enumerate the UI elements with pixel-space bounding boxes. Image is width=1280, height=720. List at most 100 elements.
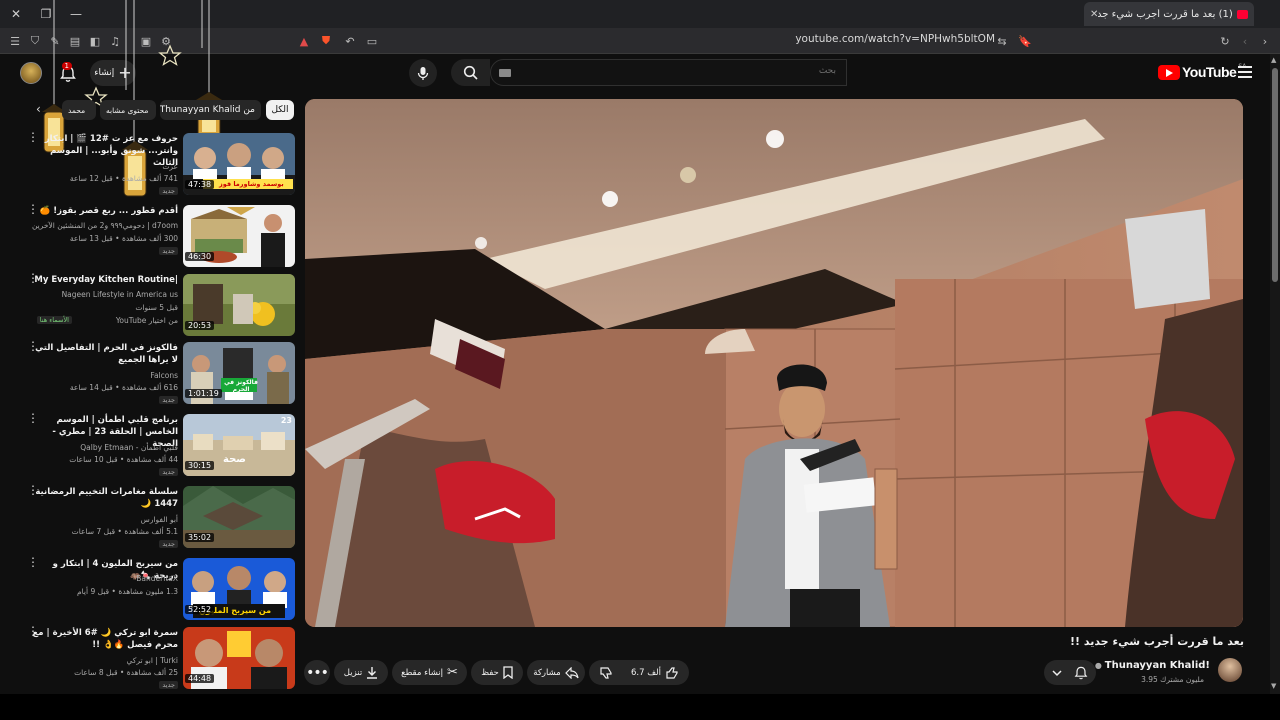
address-bar[interactable]: youtube.com/watch?v=NPHwh5bltOM: [790, 33, 995, 49]
close-window-icon[interactable]: ✕: [6, 4, 26, 24]
more-icon[interactable]: ⋮: [27, 203, 39, 215]
video-meta: 44 ألف مشاهدة • قبل 10 ساعات: [69, 455, 178, 464]
clip-button[interactable]: إنشاء مقطع ✂: [392, 660, 467, 685]
search-button[interactable]: [451, 59, 490, 86]
channel-avatar[interactable]: [1218, 658, 1242, 682]
thumbnail-overlay-number: 23: [280, 416, 292, 425]
more-icon[interactable]: ⋮: [27, 340, 39, 352]
channel-name: Nageen Lifestyle in America us: [61, 290, 178, 299]
duration-badge: 44:48: [185, 674, 215, 683]
list-item[interactable]: 44:48 سمرة ابو تركي 🌙 #6 الأخيرة | مع مح…: [0, 625, 300, 697]
chevron-down-icon: [1052, 669, 1062, 676]
keyboard-icon[interactable]: [499, 69, 511, 77]
microphone-icon: [417, 66, 429, 80]
search-icon: [463, 65, 478, 80]
page-scrollbar[interactable]: ▲ ▼: [1270, 54, 1280, 694]
tab-youtube[interactable]: ✕ (1) بعد ما قررت أجرب شيء جديد: [1084, 2, 1254, 26]
channel-name: أبو الفوارس: [140, 515, 178, 524]
like-count: 6.7 ألف: [631, 667, 661, 678]
new-badge: جديد: [159, 468, 178, 476]
undo-icon[interactable]: ↶: [342, 32, 358, 50]
menu-icon[interactable]: ☰: [7, 32, 23, 50]
bottom-bar: [0, 694, 1280, 720]
list-item[interactable]: 35:02 سلسلة مغامرات التخييم الرمضانية 14…: [0, 484, 300, 556]
video-title: My Everyday Kitchen Routine|: [34, 275, 178, 285]
forward-icon[interactable]: ‹: [1237, 32, 1253, 50]
new-badge: جديد: [159, 247, 178, 255]
more-actions-button[interactable]: •••: [304, 660, 330, 685]
new-badge: جديد: [159, 396, 178, 404]
cast-icon[interactable]: ▭: [364, 32, 380, 50]
share-button[interactable]: مشاركة: [527, 660, 585, 685]
search-placeholder: بحث: [818, 66, 836, 76]
more-icon[interactable]: ⋮: [27, 272, 39, 284]
more-icon[interactable]: ⋮: [27, 131, 39, 143]
download-icon: [367, 667, 378, 679]
video-meta: 1.3 مليون مشاهدة • قبل 9 أيام: [76, 587, 178, 596]
video-title: أقدم قطور ... ربع قصر بقوز! 🍊: [39, 206, 178, 216]
back-icon[interactable]: ›: [1257, 32, 1273, 50]
video-meta: 25 ألف مشاهدة • قبل 8 ساعات: [74, 668, 178, 677]
logo-text: YouTube: [1182, 64, 1237, 80]
channel-name: عزت: [162, 162, 178, 171]
thumbnail-overlay-text: صحة: [223, 454, 246, 465]
save-label: حفظ: [481, 667, 499, 678]
dislike-icon[interactable]: [599, 666, 613, 680]
channel-name[interactable]: ● Thunayyan Khalid!: [1095, 660, 1210, 671]
video-meta: 741 ألف مشاهدة • قبل 12 ساعة: [69, 174, 178, 183]
channel-name: قلبي اطمأن - Qalby Etmaan: [80, 443, 178, 452]
more-icon[interactable]: ⋮: [27, 625, 39, 637]
video-title: فالكونز في الحرم | التفاصيل التي لا يراه…: [35, 343, 178, 365]
scissors-icon: ✂: [447, 665, 458, 680]
like-icon[interactable]: [665, 666, 679, 680]
chip-related[interactable]: محتوى مشابه: [100, 100, 156, 120]
scroll-up-icon[interactable]: ▲: [1271, 56, 1276, 64]
thumbnail-overlay-text: بوسمد وشاورما قوز: [219, 180, 284, 188]
bookmark-icon[interactable]: 🔖: [1017, 32, 1033, 50]
video-meta: 5.1 ألف مشاهدة • قبل 7 ساعات: [71, 527, 178, 536]
reload-icon[interactable]: ↻: [1217, 32, 1233, 50]
channel-name: Falcons: [150, 371, 178, 380]
guide-menu-icon[interactable]: [1238, 66, 1252, 78]
subscriber-count: 3.95 مليون مشترك: [1141, 675, 1204, 684]
more-icon[interactable]: ⋮: [27, 484, 39, 496]
chevron-left-icon[interactable]: ‹: [36, 102, 41, 116]
scroll-down-icon[interactable]: ▼: [1271, 682, 1276, 690]
video-meta: قبل 5 سنوات: [135, 303, 178, 312]
download-label: تنزيل: [343, 667, 363, 678]
video-frame: [305, 99, 1243, 627]
list-item[interactable]: 23 صحة 30:15 برنامج قلبي اطمأن | الموسم …: [0, 412, 300, 484]
list-item[interactable]: 20:53 My Everyday Kitchen Routine| Nagee…: [0, 272, 300, 344]
bell-icon: [1074, 666, 1088, 679]
list-item[interactable]: 46:30 أقدم قطور ... ربع قصر بقوز! 🍊 d7oo…: [0, 203, 300, 275]
voice-search-button[interactable]: [409, 59, 437, 87]
youtube-play-icon: [1158, 64, 1180, 80]
youtube-favicon-icon: [1236, 9, 1248, 19]
subscribe-button[interactable]: [1044, 660, 1096, 685]
video-meta: 300 ألف مشاهدة • قبل 13 ساعة: [69, 234, 178, 243]
site-settings-icon[interactable]: ⇆: [994, 32, 1010, 50]
brave-rewards-icon[interactable]: ▲: [296, 32, 312, 50]
close-tab-icon[interactable]: ✕: [1090, 9, 1098, 20]
list-item[interactable]: من سيربح المليون 52:52 من سيربح المليون …: [0, 556, 300, 628]
more-icon[interactable]: ⋮: [27, 556, 39, 568]
brave-shields-icon[interactable]: ⛊: [318, 32, 334, 50]
like-dislike-group: 6.7 ألف: [589, 660, 689, 685]
list-item[interactable]: فالكونز في الحرم 1:01:19 فالكونز في الحر…: [0, 340, 300, 412]
save-button[interactable]: حفظ: [471, 660, 523, 685]
scrollbar-thumb[interactable]: [1272, 68, 1278, 282]
list-item[interactable]: بوسمد وشاورما قوز 47:38 حروف مع عز ت #12…: [0, 131, 300, 203]
download-button[interactable]: تنزيل: [334, 660, 388, 685]
thumbnail-overlay-text: فالكونز في الحرم: [224, 379, 258, 393]
tab-title: (1) بعد ما قررت أجرب شيء جديد: [1098, 8, 1233, 20]
chip-all[interactable]: الكل: [266, 100, 294, 120]
video-title: سلسلة مغامرات التخييم الرمضانية 1447 🌙: [35, 487, 178, 509]
video-player[interactable]: [305, 99, 1243, 627]
search-input[interactable]: بحث: [490, 59, 847, 86]
new-badge: جديد: [159, 187, 178, 195]
chip-recent[interactable]: محمد: [62, 100, 96, 120]
clip-label: إنشاء مقطع: [401, 667, 444, 678]
chip-from-channel[interactable]: من Thunayyan Khalid!: [160, 100, 261, 120]
youtube-logo[interactable]: YouTube SA: [1158, 63, 1246, 80]
more-icon[interactable]: ⋮: [27, 412, 39, 424]
